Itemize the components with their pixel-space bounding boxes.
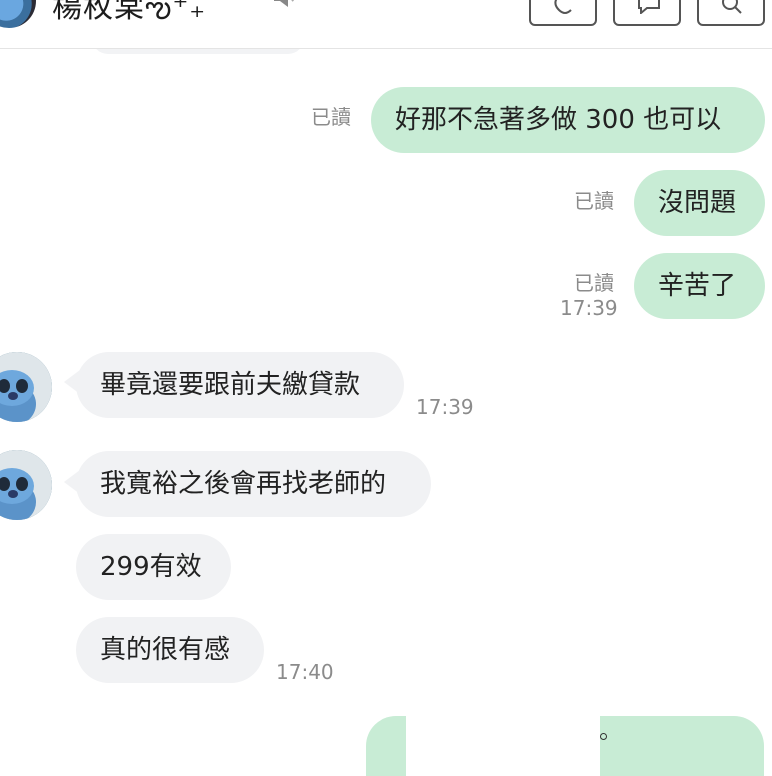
- chat-button[interactable]: [613, 0, 681, 26]
- chat-icon: [638, 0, 660, 14]
- image-dot: [600, 733, 607, 740]
- outgoing-message[interactable]: 沒問題: [634, 170, 765, 236]
- read-receipt: 已讀: [574, 189, 614, 213]
- sender-avatar[interactable]: [0, 352, 52, 422]
- chat-header: 楊枚棠ఌ⁺₊: [0, 0, 772, 49]
- outgoing-message[interactable]: 好那不急著多做 300 也可以: [371, 87, 765, 153]
- search-button[interactable]: [697, 0, 765, 26]
- message-time: 17:40: [276, 660, 334, 684]
- contact-avatar[interactable]: [0, 0, 36, 28]
- message-time: 17:39: [416, 395, 474, 419]
- incoming-message[interactable]: 299有效: [76, 534, 231, 600]
- speaker-muted-icon: [272, 0, 302, 10]
- stitch-avatar-icon: [0, 450, 52, 520]
- incoming-message[interactable]: 我寬裕之後會再找老師的: [76, 451, 431, 517]
- message-time: 17:39: [560, 296, 618, 320]
- read-receipt: 已讀: [311, 105, 351, 129]
- stitch-avatar-icon: [0, 352, 52, 422]
- contact-name[interactable]: 楊枚棠ఌ⁺₊: [52, 0, 206, 32]
- outgoing-message[interactable]: 辛苦了: [634, 253, 765, 319]
- sender-avatar[interactable]: [0, 450, 52, 520]
- call-button[interactable]: [529, 0, 597, 26]
- incoming-message[interactable]: 真的很有感: [76, 617, 264, 683]
- read-receipt: 已讀: [574, 271, 614, 295]
- phone-icon: [554, 0, 572, 14]
- image-preview: [406, 716, 600, 776]
- incoming-message[interactable]: 畢竟還要跟前夫繳貸款: [76, 352, 404, 418]
- search-icon: [722, 0, 742, 14]
